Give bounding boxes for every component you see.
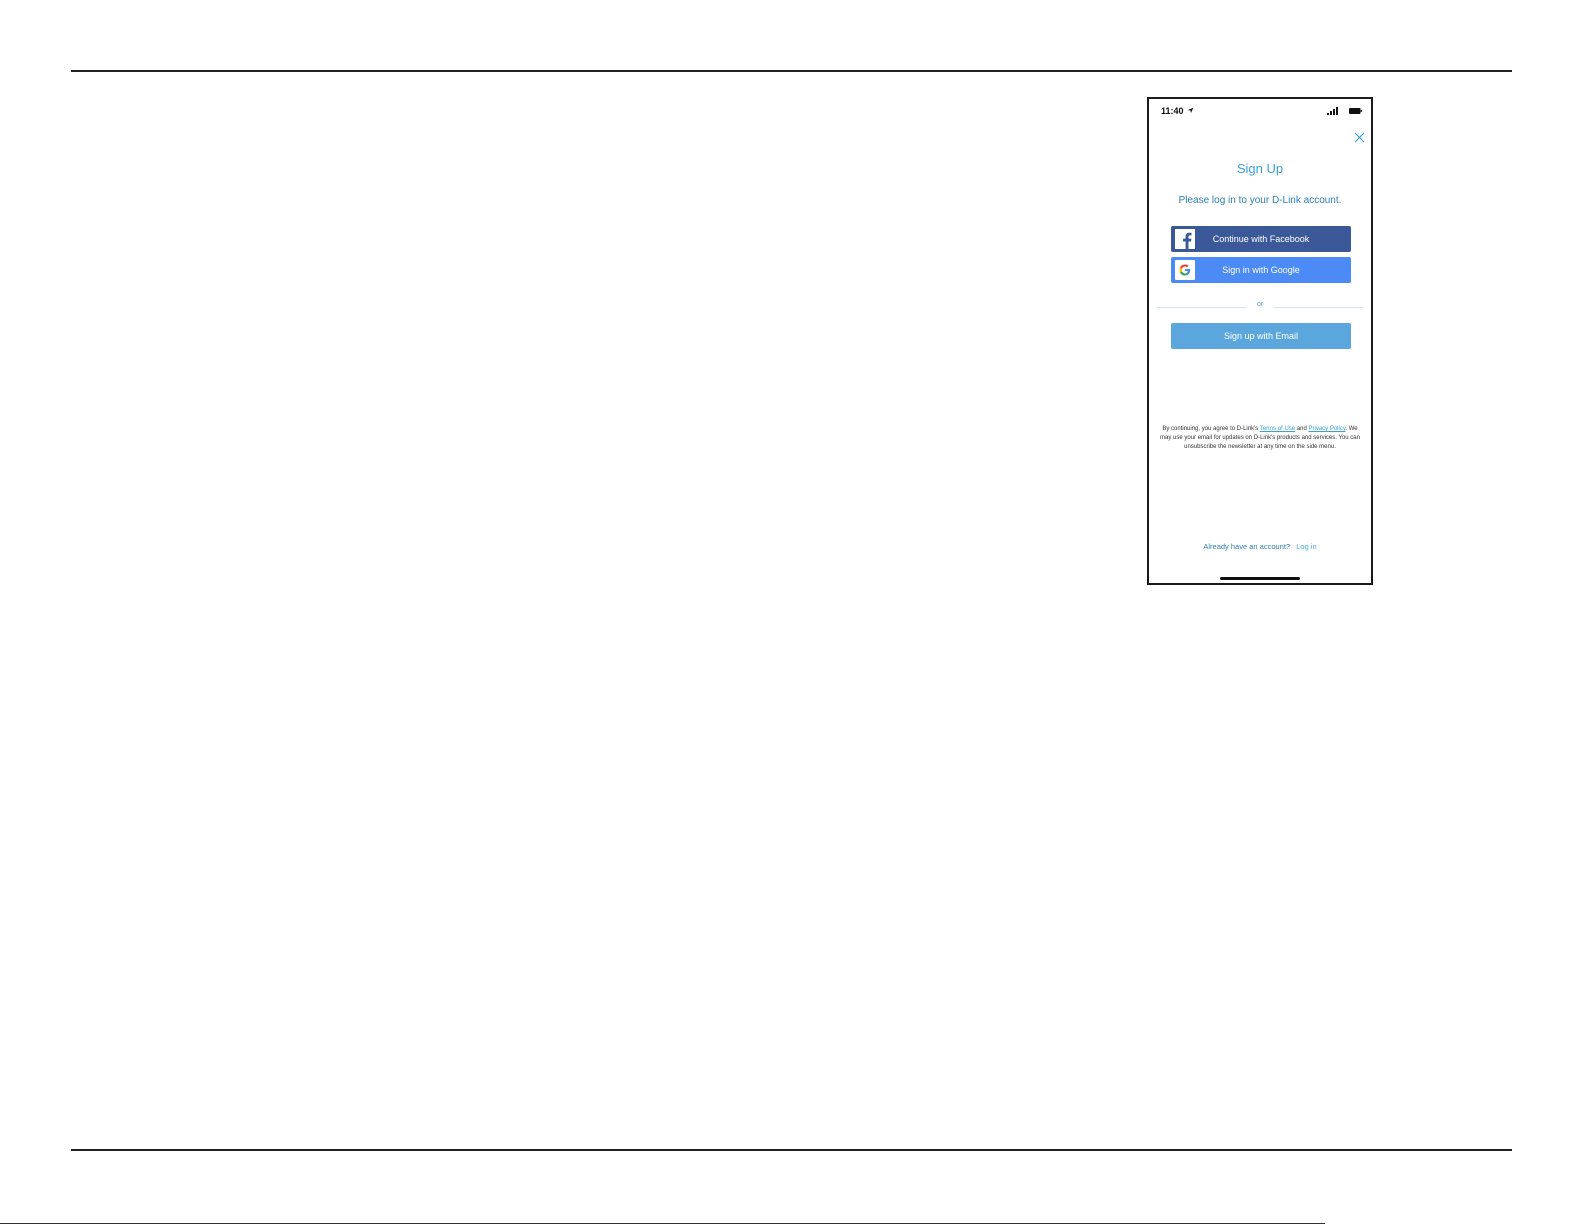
- status-bar: 11:40: [1149, 99, 1371, 123]
- account-prompt: Already have an account? Log in: [1149, 542, 1371, 551]
- terms-of-use-link[interactable]: Terms of Use: [1260, 426, 1295, 432]
- account-prompt-text: Already have an account?: [1203, 542, 1291, 551]
- facebook-icon: [1175, 229, 1195, 249]
- footer-rule: [71, 1149, 1512, 1151]
- privacy-policy-link[interactable]: Privacy Policy: [1309, 426, 1346, 432]
- facebook-button-label: Continue with Facebook: [1212, 234, 1310, 244]
- sign-up-with-email-button[interactable]: Sign up with Email: [1171, 323, 1351, 349]
- footer-thin-rule: [0, 1223, 1325, 1224]
- manual-page: 11:40 Sign Up Please log in to your D-Li…: [0, 0, 1585, 1225]
- cellular-signal-icon: [1327, 107, 1338, 115]
- home-indicator: [1220, 577, 1300, 580]
- legal-notice: By continuing, you agree to D-Link's Ter…: [1157, 425, 1363, 452]
- close-icon[interactable]: [1354, 132, 1365, 143]
- page-title: Sign Up: [1236, 161, 1284, 176]
- header-rule: [71, 70, 1512, 72]
- battery-icon: [1349, 108, 1362, 114]
- sign-in-with-google-button[interactable]: Sign in with Google: [1171, 257, 1351, 283]
- location-arrow-icon: [1187, 107, 1194, 114]
- legal-conjunction: and: [1296, 426, 1307, 432]
- log-in-link[interactable]: Log in: [1296, 542, 1316, 551]
- google-button-label: Sign in with Google: [1222, 265, 1300, 275]
- divider-line-right: [1273, 307, 1363, 308]
- legal-prefix: By continuing, you agree to D-Link's: [1162, 426, 1259, 432]
- google-icon: [1175, 260, 1195, 280]
- continue-with-facebook-button[interactable]: Continue with Facebook: [1171, 226, 1351, 252]
- status-time: 11:40: [1161, 106, 1184, 116]
- login-prompt: Please log in to your D-Link account.: [1178, 195, 1342, 206]
- phone-screenshot: 11:40 Sign Up Please log in to your D-Li…: [1147, 97, 1373, 585]
- email-button-label: Sign up with Email: [1223, 331, 1299, 341]
